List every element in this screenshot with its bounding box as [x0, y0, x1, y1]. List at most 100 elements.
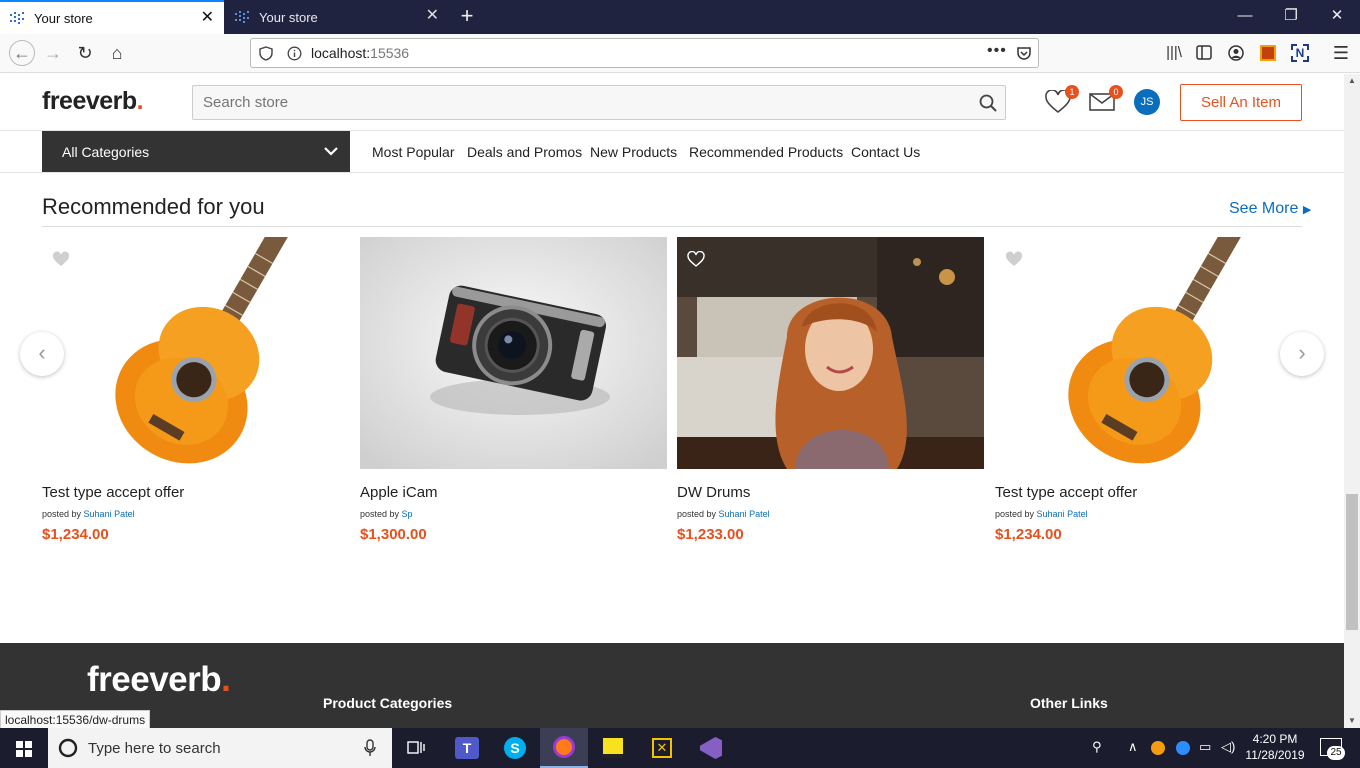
url-host: localhost: [311, 45, 371, 61]
menu-deals-and-promos[interactable]: Deals and Promos [467, 144, 582, 160]
all-categories-dropdown[interactable]: All Categories [42, 131, 350, 172]
scroll-down-icon[interactable]: ▼ [1348, 716, 1356, 725]
menu-most-popular[interactable]: Most Popular [372, 144, 454, 160]
people-icon[interactable]: ⚲ [1092, 739, 1102, 755]
footer-heading-other-links: Other Links [1030, 695, 1108, 711]
browser-tab-active[interactable]: Your store ✕ [0, 0, 224, 34]
close-window-icon[interactable]: ✕ [1314, 4, 1360, 28]
author-link[interactable]: Suhani Patel [84, 509, 135, 519]
close-tab-icon[interactable]: ✕ [201, 10, 214, 26]
scroll-up-icon[interactable]: ▲ [1348, 76, 1356, 85]
sell-an-item-button[interactable]: Sell An Item [1180, 84, 1302, 121]
shield-icon[interactable] [259, 46, 273, 61]
restore-icon[interactable]: ❐ [1268, 4, 1314, 28]
product-card[interactable]: Apple iCam posted by Sp $1,300.00 [360, 237, 667, 543]
chevron-right-icon: › [1298, 340, 1306, 365]
product-title[interactable]: Test type accept offer [995, 484, 1302, 501]
product-image-woman-portrait[interactable] [677, 237, 984, 469]
sticky-notes-app-icon[interactable] [589, 728, 637, 768]
menu-contact-us[interactable]: Contact Us [851, 144, 920, 160]
favorite-heart-icon[interactable] [1005, 251, 1023, 267]
page-actions-icon[interactable]: ••• [987, 42, 1007, 60]
info-icon[interactable] [287, 46, 302, 61]
product-card[interactable]: Test type accept offer posted by Suhani … [995, 237, 1302, 543]
carousel-next-button[interactable]: › [1280, 332, 1324, 376]
posted-by-label: posted by [995, 509, 1035, 519]
link-status-bar: localhost:15536/dw-drums [0, 710, 151, 728]
tab-title: Your store [259, 9, 318, 25]
product-image-camera[interactable] [360, 237, 667, 469]
skype-app-icon[interactable]: S [491, 728, 539, 768]
favorite-heart-icon[interactable] [687, 251, 705, 267]
visual-studio-app-icon[interactable] [687, 728, 735, 768]
categories-label: All Categories [62, 143, 150, 160]
logo-text: freeverb [42, 87, 137, 115]
menu-new-products[interactable]: New Products [590, 144, 677, 160]
tab-title: Your store [34, 10, 93, 26]
tray-app-icon[interactable] [1151, 741, 1165, 755]
minimize-icon[interactable]: — [1222, 4, 1268, 28]
back-icon[interactable]: ← [9, 40, 35, 66]
author-link[interactable]: Suhani Patel [719, 509, 770, 519]
product-price: $1,300.00 [360, 526, 427, 543]
library-icon[interactable]: |||\ [1163, 42, 1185, 64]
start-button[interactable] [0, 728, 48, 768]
network-icon[interactable]: ▭ [1199, 739, 1211, 755]
extension-n-icon[interactable]: N [1291, 44, 1309, 62]
pocket-icon[interactable] [1016, 45, 1032, 61]
footer-logo-text: freeverb [87, 660, 222, 699]
carousel-prev-button[interactable]: ‹ [20, 332, 64, 376]
reload-icon[interactable]: ↻ [74, 42, 96, 64]
teams-app-icon[interactable]: T [443, 728, 491, 768]
footer-logo[interactable]: freeverb. [87, 660, 231, 700]
product-card[interactable]: DW Drums posted by Suhani Patel $1,233.0… [677, 237, 984, 543]
forward-icon[interactable]: → [42, 42, 64, 64]
browser-toolbar: ← → ↻ ⌂ localhost:15536 ••• |||\ N ☰ [0, 34, 1360, 73]
store-logo[interactable]: freeverb. [42, 87, 144, 116]
menu-recommended-products[interactable]: Recommended Products [689, 144, 843, 160]
author-link[interactable]: Suhani Patel [1037, 509, 1088, 519]
page-scrollbar[interactable]: ▲ ▼ [1344, 74, 1360, 728]
product-title[interactable]: Test type accept offer [42, 484, 349, 501]
search-icon[interactable] [979, 94, 997, 112]
home-icon[interactable]: ⌂ [106, 42, 128, 64]
show-hidden-icons[interactable]: ∧ [1128, 739, 1138, 755]
product-poster: posted by Sp [360, 509, 667, 519]
extension-icon[interactable] [1260, 45, 1276, 61]
microphone-icon[interactable] [364, 739, 376, 757]
url-text: localhost:15536 [311, 45, 409, 61]
favorite-heart-icon[interactable] [52, 251, 70, 267]
close-tab-icon[interactable]: ✕ [426, 8, 439, 24]
nav-divider [0, 172, 1344, 173]
product-image-guitar[interactable] [42, 237, 349, 469]
system-clock[interactable]: 4:20 PM 11/28/2019 [1240, 731, 1310, 763]
task-view-icon[interactable] [392, 728, 440, 768]
taskbar-search-placeholder: Type here to search [88, 739, 221, 757]
product-price: $1,233.00 [677, 526, 744, 543]
product-price: $1,234.00 [42, 526, 109, 543]
user-avatar[interactable]: JS [1134, 89, 1160, 115]
taskbar-search-box[interactable]: Type here to search [48, 728, 392, 768]
address-bar[interactable]: localhost:15536 ••• [250, 38, 1039, 68]
scrollbar-thumb[interactable] [1346, 494, 1358, 630]
account-icon[interactable] [1228, 45, 1244, 61]
tray-zoom-icon[interactable] [1176, 741, 1190, 755]
hamburger-menu-icon[interactable]: ☰ [1330, 42, 1352, 64]
tools-app-icon[interactable]: ✕ [638, 728, 686, 768]
browser-tab-inactive[interactable]: Your store ✕ [225, 0, 449, 34]
firefox-app-icon[interactable] [540, 728, 588, 768]
search-input[interactable] [193, 86, 953, 119]
sidebar-icon[interactable] [1196, 45, 1212, 60]
volume-icon[interactable]: ◁) [1221, 739, 1235, 755]
notification-count-badge: 25 [1327, 746, 1345, 760]
see-more-link[interactable]: See More ▶ [1229, 200, 1311, 218]
product-title[interactable]: Apple iCam [360, 484, 667, 501]
cortana-icon [58, 738, 78, 758]
author-link[interactable]: Sp [402, 509, 413, 519]
product-image-guitar[interactable] [995, 237, 1302, 469]
windows-taskbar: Type here to search T S ✕ ⚲ ∧ ▭ ◁) 4:20 … [0, 728, 1360, 768]
product-card[interactable]: Test type accept offer posted by Suhani … [42, 237, 349, 543]
product-title[interactable]: DW Drums [677, 484, 984, 501]
section-title: Recommended for you [42, 194, 265, 219]
new-tab-icon[interactable]: + [455, 4, 479, 28]
